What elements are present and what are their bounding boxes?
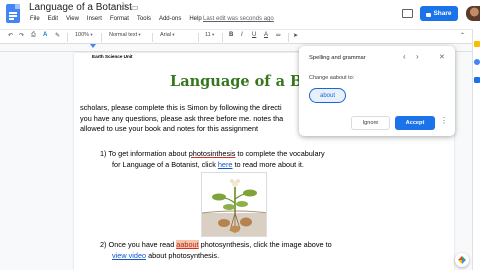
star-icon[interactable]: ☆: [120, 2, 128, 13]
menu-tools[interactable]: Tools: [137, 16, 151, 22]
page-header: Earth Science Unit: [92, 54, 133, 59]
panel-title: Spelling and grammar: [309, 55, 366, 61]
menu-insert[interactable]: Insert: [87, 16, 102, 22]
calendar-icon[interactable]: [474, 77, 480, 83]
formatting-toolbar: ↶ ↷ ⎙ A ✎ 100% Normal text Arial 11 B I …: [0, 29, 480, 44]
keep-icon[interactable]: [474, 41, 480, 47]
explore-icon[interactable]: [455, 253, 469, 267]
collapse-icon[interactable]: ⌃: [460, 32, 465, 39]
folder-icon[interactable]: ▭: [131, 3, 139, 12]
chevron-left-icon[interactable]: ‹: [403, 52, 406, 61]
ignore-button[interactable]: Ignore: [351, 116, 390, 130]
redo-icon[interactable]: ↷: [19, 32, 24, 39]
highlight-icon[interactable]: ✏: [276, 32, 281, 39]
lock-icon: [426, 12, 432, 17]
menu-addons[interactable]: Add-ons: [159, 16, 181, 22]
menu-bar: File Edit View Insert Format Tools Add-o…: [30, 16, 202, 22]
change-label: Change aabout to:: [309, 75, 355, 81]
menu-edit[interactable]: Edit: [48, 16, 58, 22]
title-bar: Language of a Botanist ☆ ▭ File Edit Vie…: [0, 0, 480, 29]
menu-format[interactable]: Format: [110, 16, 129, 22]
here-link[interactable]: here: [218, 160, 233, 169]
comment-history-icon[interactable]: [402, 9, 413, 18]
misspelled-word[interactable]: photosinthesis: [189, 149, 236, 158]
indent-marker[interactable]: [90, 44, 96, 48]
menu-help[interactable]: Help: [189, 16, 201, 22]
font-size-select[interactable]: 11: [205, 32, 214, 38]
tasks-icon[interactable]: [474, 59, 480, 65]
docs-logo-icon[interactable]: [6, 4, 20, 23]
video-link[interactable]: view video: [112, 251, 146, 260]
spellcheck-icon[interactable]: A: [43, 32, 47, 38]
suggestion-chip[interactable]: about: [309, 88, 346, 103]
share-button[interactable]: Share: [420, 6, 458, 21]
underline-icon[interactable]: U: [252, 32, 256, 38]
italic-icon[interactable]: I: [241, 32, 243, 38]
font-select[interactable]: Arial: [160, 32, 175, 38]
more-options-icon[interactable]: ⋮: [440, 116, 448, 125]
accept-button[interactable]: Accept: [395, 116, 435, 130]
menu-view[interactable]: View: [66, 16, 79, 22]
document-title[interactable]: Language of a Botanist: [29, 2, 132, 13]
flagged-word[interactable]: aabout: [176, 240, 199, 249]
avatar[interactable]: [466, 6, 480, 21]
zoom-select[interactable]: 100%: [75, 32, 93, 38]
side-panel: [472, 29, 480, 270]
undo-icon[interactable]: ↶: [8, 32, 13, 39]
style-select[interactable]: Normal text: [109, 32, 141, 38]
paint-format-icon[interactable]: ✎: [55, 32, 60, 39]
spelling-grammar-panel: Spelling and grammar ‹ › ✕ Change aabout…: [299, 46, 455, 136]
chevron-right-icon[interactable]: ›: [416, 52, 419, 61]
list-item-1: 1) To get information about photosinthes…: [100, 149, 325, 169]
print-icon[interactable]: ⎙: [31, 32, 36, 39]
menu-file[interactable]: File: [30, 16, 40, 22]
cursor-icon: ➤: [293, 33, 299, 39]
bold-icon[interactable]: B: [229, 32, 233, 38]
close-icon[interactable]: ✕: [439, 53, 445, 61]
plant-image[interactable]: [201, 172, 267, 237]
list-item-2: 2) Once you have read aabout photosynthe…: [100, 240, 332, 260]
text-color-icon[interactable]: A: [264, 32, 268, 38]
last-edit-link[interactable]: Last edit was seconds ago: [203, 16, 274, 22]
share-label: Share: [433, 10, 452, 17]
